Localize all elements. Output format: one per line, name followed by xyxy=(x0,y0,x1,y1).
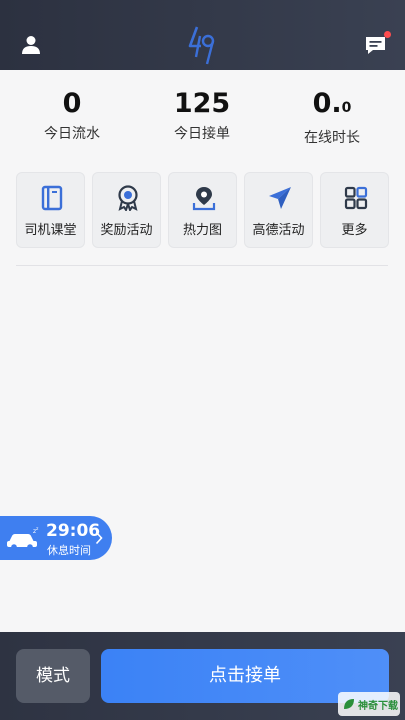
grid-icon xyxy=(344,186,368,210)
stat-label: 今日接单 xyxy=(174,126,230,142)
stat-value: 0 xyxy=(62,88,82,119)
stat-value: 0.0 xyxy=(272,86,392,126)
watermark: 神奇下载 xyxy=(338,692,400,716)
tool-amap-events[interactable]: 高德活动 xyxy=(244,172,313,248)
stat-label: 今日流水 xyxy=(44,126,100,142)
tool-label: 司机课堂 xyxy=(24,223,77,238)
map-pin-icon xyxy=(192,187,216,211)
stat-label: 在线时长 xyxy=(304,130,360,146)
stat-online-hours[interactable]: 0.0 在线时长 xyxy=(272,86,392,148)
tool-heatmap[interactable]: 热力图 xyxy=(168,172,237,248)
stats-row: 0 今日流水 125 今日接单 0.0 在线时长 xyxy=(0,86,405,146)
tool-more[interactable]: 更多 xyxy=(320,172,389,248)
stat-value: 125 xyxy=(173,88,231,119)
tool-label: 热力图 xyxy=(182,223,222,238)
stat-value-main: 0. xyxy=(312,88,342,119)
person-icon[interactable] xyxy=(20,34,42,56)
book-icon xyxy=(41,185,63,211)
rest-label: 休息时间 xyxy=(47,544,91,557)
stat-value-decimal: 0 xyxy=(341,100,352,116)
stat-today-orders[interactable]: 125 今日接单 xyxy=(142,86,262,144)
svg-text:z: z xyxy=(36,527,39,532)
tool-label: 奖励活动 xyxy=(100,223,153,238)
leaf-logo-icon xyxy=(344,699,354,709)
tool-rewards[interactable]: 奖励活动 xyxy=(92,172,161,248)
chevron-right-icon xyxy=(95,531,103,545)
tool-driver-class[interactable]: 司机课堂 xyxy=(16,172,85,248)
watermark-text: 神奇下载 xyxy=(358,701,398,712)
tool-grid: 司机课堂 奖励活动 热力图 高德活动 更多 xyxy=(16,172,390,248)
award-icon xyxy=(118,185,138,211)
tool-label: 更多 xyxy=(341,223,368,238)
tool-label: 高德活动 xyxy=(252,223,305,238)
paper-plane-icon xyxy=(269,187,291,209)
stat-today-income[interactable]: 0 今日流水 xyxy=(12,86,132,144)
49-logo-icon xyxy=(188,26,215,65)
top-bar xyxy=(0,0,405,70)
divider xyxy=(16,265,388,266)
message-icon[interactable] xyxy=(364,34,388,58)
sleeping-car-icon: z z xyxy=(7,527,39,550)
rest-timer-button[interactable]: z z 29:06 休息时间 xyxy=(0,516,112,560)
unread-badge xyxy=(384,31,391,38)
mode-button[interactable]: 模式 xyxy=(16,649,90,703)
rest-time: 29:06 xyxy=(46,521,101,541)
